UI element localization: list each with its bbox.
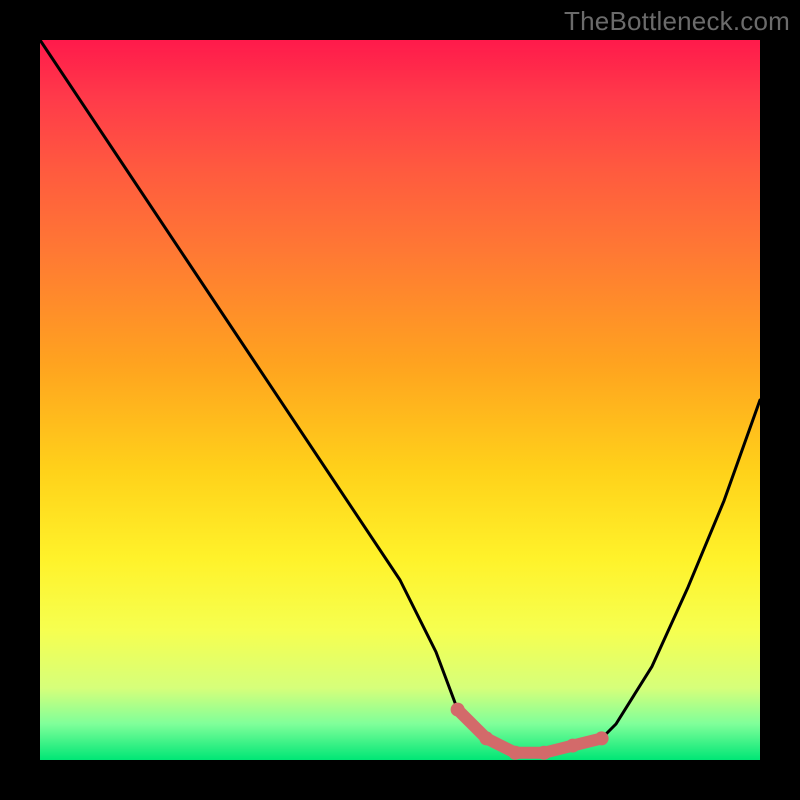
highlight-dot [451, 703, 465, 717]
highlight-dot [566, 739, 580, 753]
highlight-dot [508, 746, 522, 760]
chart-svg [40, 40, 760, 760]
plot-area [40, 40, 760, 760]
highlight-dot [595, 731, 609, 745]
highlight-dot [537, 746, 551, 760]
optimal-highlight [458, 710, 602, 753]
bottleneck-curve [40, 40, 760, 753]
watermark-text: TheBottleneck.com [564, 6, 790, 37]
highlight-dot [479, 731, 493, 745]
chart-frame: TheBottleneck.com [0, 0, 800, 800]
